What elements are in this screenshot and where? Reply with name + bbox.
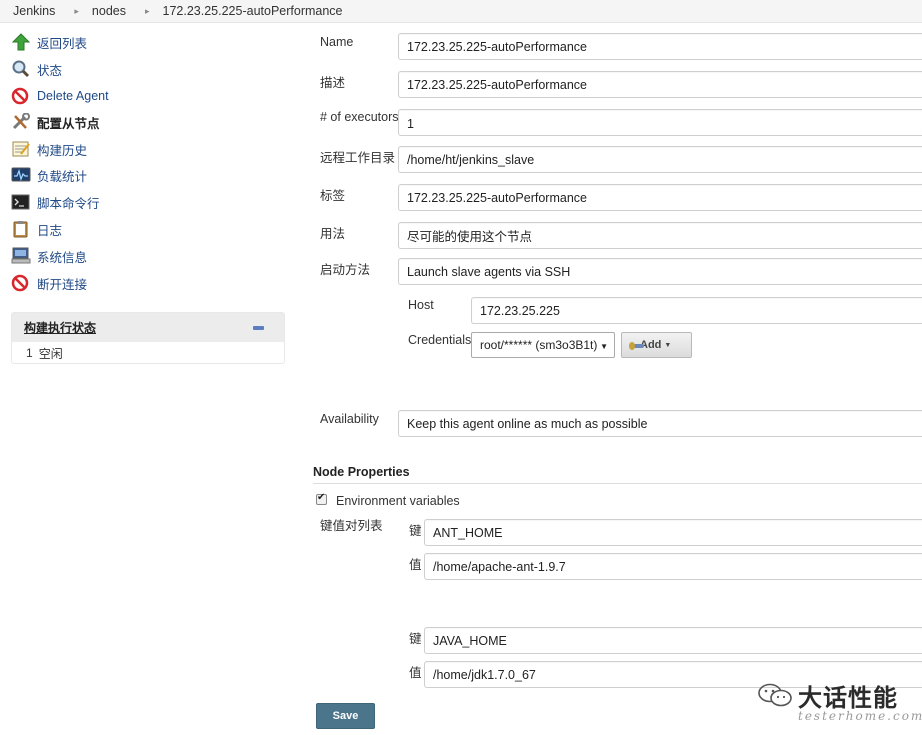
monitor-graph-icon — [11, 166, 31, 184]
labels-field[interactable]: 172.23.25.225-autoPerformance — [398, 184, 922, 211]
credentials-select[interactable]: root/****** (sm3o3B1t) ▼ — [471, 332, 615, 358]
sidebar-item-delete-agent[interactable]: Delete Agent — [11, 86, 109, 106]
sidebar-item-label: 日志 — [37, 223, 63, 238]
env-value-field[interactable]: /home/apache-ant-1.9.7 — [424, 553, 922, 580]
sidebar-item-label: 状态 — [37, 63, 63, 78]
env-variables-checkbox[interactable] — [316, 492, 327, 505]
no-entry-icon — [11, 87, 31, 105]
key-icon — [629, 342, 644, 350]
sidebar-item-label: Delete Agent — [37, 89, 109, 103]
executor-status-panel: 构建执行状态 1 空闲 — [11, 312, 285, 364]
name-field[interactable]: 172.23.25.225-autoPerformance — [398, 33, 922, 60]
sidebar-item-build-history[interactable]: 构建历史 — [11, 139, 87, 159]
executors-label: # of executors — [320, 110, 399, 124]
host-field[interactable]: 172.23.25.225 — [471, 297, 922, 324]
dropdown-arrow-icon: ▼ — [600, 342, 608, 351]
env-variables-label: Environment variables — [336, 494, 460, 508]
collapse-icon[interactable] — [253, 326, 264, 330]
credentials-label: Credentials — [408, 333, 472, 347]
breadcrumb-nodes[interactable]: nodes — [92, 4, 126, 18]
executor-number: 1 — [26, 346, 33, 360]
description-field[interactable]: 172.23.25.225-autoPerformance — [398, 71, 922, 98]
notepad-icon — [11, 140, 31, 158]
launch-method-select[interactable]: Launch slave agents via SSH — [398, 258, 922, 285]
name-label: Name — [320, 35, 354, 49]
remote-dir-field[interactable]: /home/ht/jenkins_slave — [398, 146, 922, 173]
magnifier-icon — [11, 60, 31, 78]
executor-row: 1 空闲 — [12, 342, 284, 364]
host-label: Host — [408, 298, 434, 312]
breadcrumb-jenkins[interactable]: Jenkins — [13, 4, 55, 18]
launch-method-label: 启动方法 — [320, 263, 371, 277]
credentials-value: root/****** (sm3o3B1t) — [480, 338, 598, 352]
kv-list-label: 键值对列表 — [320, 519, 383, 533]
terminal-icon — [11, 193, 31, 211]
sidebar-item-label: 断开连接 — [37, 277, 88, 292]
sidebar-item-load-statistics[interactable]: 负载统计 — [11, 165, 87, 185]
executor-status-title[interactable]: 构建执行状态 — [24, 319, 96, 336]
description-label: 描述 — [320, 76, 346, 90]
key-label: 键 — [409, 632, 422, 646]
sidebar-item-label: 配置从节点 — [37, 116, 100, 131]
caret-down-icon: ▼ — [664, 341, 672, 349]
env-key-field[interactable]: ANT_HOME — [424, 519, 922, 546]
sidebar-item-log[interactable]: 日志 — [11, 219, 62, 239]
add-credentials-button[interactable]: Add ▼ — [621, 332, 692, 358]
usage-label: 用法 — [320, 227, 346, 241]
sidebar-item-label: 返回列表 — [37, 36, 88, 51]
clipboard-icon — [11, 220, 31, 238]
sidebar-item-configure[interactable]: 配置从节点 — [11, 112, 100, 132]
executor-state: 空闲 — [38, 346, 63, 361]
save-button[interactable]: Save — [316, 703, 375, 729]
sidebar-item-status[interactable]: 状态 — [11, 59, 62, 79]
sidebar-item-script-console[interactable]: 脚本命令行 — [11, 192, 100, 212]
watermark: 大话性能 testerhome.com — [757, 678, 922, 735]
tools-icon — [11, 112, 31, 131]
up-arrow-icon — [11, 33, 31, 51]
sidebar-item-label: 构建历史 — [37, 143, 88, 158]
breadcrumb-node[interactable]: 172.23.25.225-autoPerformance — [163, 4, 343, 18]
sidebar-item-back-to-list[interactable]: 返回列表 — [11, 32, 87, 52]
breadcrumb: Jenkins ▸ nodes ▸ 172.23.25.225-autoPerf… — [0, 0, 922, 23]
executors-field[interactable]: 1 — [398, 109, 922, 136]
availability-label: Availability — [320, 412, 379, 426]
sidebar-item-label: 系统信息 — [37, 250, 88, 265]
executor-status-header: 构建执行状态 — [12, 313, 284, 342]
watermark-subtitle: testerhome.com — [798, 709, 922, 723]
usage-select[interactable]: 尽可能的使用这个节点 — [398, 222, 922, 249]
key-label: 键 — [409, 524, 422, 538]
node-properties-heading: Node Properties — [313, 465, 410, 479]
value-label: 值 — [409, 558, 422, 572]
wechat-logo-icon — [758, 683, 792, 707]
no-entry-icon — [11, 274, 31, 292]
breadcrumb-separator-icon: ▸ — [74, 5, 79, 16]
watermark-title: 大话性能 — [798, 685, 898, 712]
sidebar-item-disconnect[interactable]: 断开连接 — [11, 273, 87, 293]
breadcrumb-separator-icon: ▸ — [144, 5, 150, 16]
value-label: 值 — [409, 666, 422, 680]
sidebar-item-label: 负载统计 — [37, 169, 88, 184]
env-key-field[interactable]: JAVA_HOME — [424, 627, 922, 654]
remote-dir-label: 远程工作目录 — [320, 151, 396, 165]
computer-icon — [11, 247, 31, 265]
sidebar-item-label: 脚本命令行 — [37, 196, 100, 211]
availability-select[interactable]: Keep this agent online as much as possib… — [398, 410, 922, 437]
section-divider — [313, 483, 922, 484]
labels-label: 标签 — [320, 189, 346, 203]
sidebar-item-system-info[interactable]: 系统信息 — [11, 246, 87, 266]
